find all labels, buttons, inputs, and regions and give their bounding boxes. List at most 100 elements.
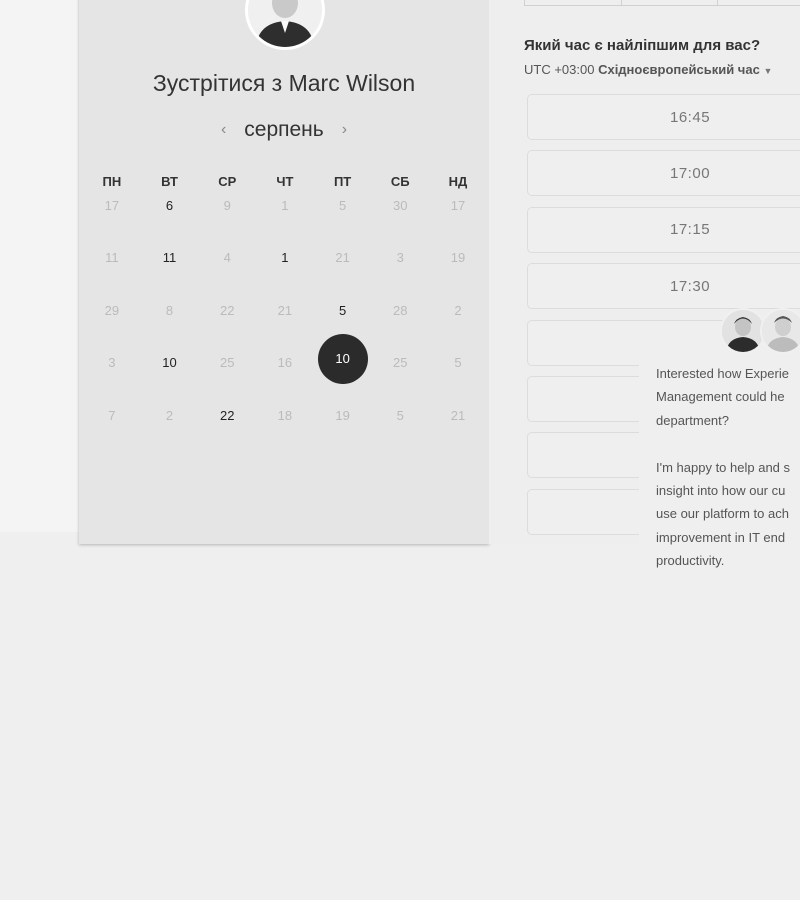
calendar-day-label: 19 (335, 407, 350, 423)
timezone-name: Східноєвропейський час (598, 62, 760, 77)
calendar-grid: 17 6 9 1 5 30 17 11 11 4 1 21 3 19 29 8 22 21 5 28 2 3 10 25 16 1… (83, 196, 487, 458)
tab-segment[interactable] (718, 0, 800, 5)
calendar-day[interactable]: 22 (198, 406, 256, 458)
time-slot-button[interactable]: 17:00 (527, 150, 800, 197)
calendar-day: 21 (429, 406, 487, 458)
chat-line: insight into how our cu (656, 483, 786, 499)
calendar-day-label: 28 (393, 302, 408, 318)
calendar-day-label: 21 (450, 407, 466, 423)
calendar-day-label: 18 (277, 407, 293, 423)
chat-avatars[interactable] (720, 308, 800, 356)
chevron-right-icon[interactable]: › (342, 121, 347, 139)
calendar-day[interactable]: 10 (141, 353, 199, 405)
timezone-selector[interactable]: UTC +03:00 Східноєвропейський час ▼ (524, 62, 772, 77)
tab-segment[interactable] (622, 0, 719, 5)
weekday-label: ВТ (161, 174, 178, 189)
calendar-day[interactable]: 6 (141, 196, 199, 248)
calendar-day-label: 11 (105, 250, 119, 266)
calendar-day-label: 4 (223, 250, 231, 266)
calendar-day: 9 (198, 196, 256, 248)
calendar-day: 5 (371, 406, 429, 458)
calendar-day-label: 6 (165, 198, 174, 213)
time-slot-label: 17:30 (670, 277, 711, 295)
calendar-day-label: 1 (281, 198, 289, 213)
calendar-day: 11 (83, 248, 141, 300)
calendar-day: 5 (314, 196, 372, 248)
weekday-label: ПН (102, 174, 122, 189)
chat-line: improvement in IT end (656, 529, 786, 545)
calendar-day-selected[interactable]: 10 (314, 334, 372, 405)
chevron-down-icon: ▼ (763, 66, 773, 76)
month-navigation: ‹ серпень › (79, 116, 489, 144)
calendar-day: 17 (429, 196, 487, 248)
chat-message[interactable]: Interested how Experie Management could h… (639, 362, 800, 572)
calendar-day: 19 (314, 406, 372, 458)
calendar-day: 19 (429, 248, 487, 300)
chat-agent-avatar (760, 308, 800, 354)
weekday-label: ЧТ (276, 174, 294, 189)
top-tab-strip (524, 0, 800, 6)
calendar-day-label: 30 (393, 198, 408, 213)
time-slot-label: 17:15 (670, 221, 711, 239)
calendar-day-label: 2 (165, 407, 174, 423)
weekday-label: СБ (390, 174, 410, 189)
calendar-day-label: 7 (108, 407, 116, 423)
calendar-day: 18 (256, 406, 314, 458)
time-slot-label: 17:00 (670, 164, 711, 182)
chat-line: use our platform to ach (656, 506, 789, 522)
calendar-day[interactable]: 1 (256, 248, 314, 300)
time-slot-label: 16:45 (670, 108, 711, 126)
calendar-day: 25 (371, 353, 429, 405)
chat-line: productivity. (656, 553, 725, 569)
calendar-day: 30 (371, 196, 429, 248)
chat-line: department? (656, 412, 729, 428)
month-label: серпень (244, 118, 324, 141)
calendar-day: 17 (83, 196, 141, 248)
calendar-day-label: 21 (277, 302, 293, 318)
calendar-day: 25 (198, 353, 256, 405)
weekday-header: ПН ВТ СР ЧТ ПТ СБ НД (83, 174, 487, 189)
chevron-left-icon[interactable]: ‹ (221, 121, 226, 139)
calendar-day-label: 5 (454, 355, 462, 371)
time-slot-button[interactable]: 16:45 (527, 94, 800, 140)
calendar-day-label: 5 (396, 407, 404, 423)
calendar-day-label: 29 (104, 302, 120, 318)
calendar-day: 21 (256, 301, 314, 353)
calendar-day: 3 (83, 353, 141, 405)
calendar-day-label: 9 (223, 198, 231, 213)
calendar-day-label: 25 (219, 355, 235, 371)
weekday-label: НД (448, 174, 468, 189)
calendar-day[interactable]: 11 (141, 248, 199, 300)
tab-segment[interactable] (525, 0, 622, 5)
time-question: Який час є найліпшим для вас? (524, 37, 761, 54)
calendar-day-label: 17 (104, 198, 120, 213)
calendar-day-label: 17 (450, 198, 466, 213)
calendar-day: 5 (429, 353, 487, 405)
calendar-day: 29 (83, 301, 141, 353)
calendar-day: 3 (371, 248, 429, 300)
calendar-day: 8 (141, 301, 199, 353)
weekday-label: ПТ (333, 174, 352, 189)
time-slot-button[interactable]: 17:15 (527, 206, 800, 253)
timezone-offset: UTC +03:00 (524, 62, 595, 77)
time-slot-button[interactable]: 17:30 (527, 263, 800, 310)
chat-line (656, 432, 800, 455)
calendar-day: 7 (83, 406, 141, 458)
calendar-day: 2 (141, 406, 199, 458)
calendar-day: 2 (429, 301, 487, 353)
chat-line: Management could he (656, 389, 785, 405)
calendar-day-label: 1 (281, 250, 289, 266)
calendar-day-label: 5 (338, 302, 347, 318)
calendar-day: 22 (198, 301, 256, 353)
chat-line: Interested how Experie (656, 366, 789, 381)
meeting-title: Зустрітися з Marc Wilson (152, 70, 416, 96)
chat-line: I'm happy to help and s (656, 459, 791, 475)
calendar-day-label: 11 (162, 250, 177, 266)
calendar-day-label: 22 (219, 302, 235, 318)
calendar-day-label: 25 (393, 355, 408, 371)
calendar-day-label: 16 (277, 355, 293, 371)
calendar-day-label: 10 (335, 351, 350, 367)
calendar-day-label: 8 (165, 302, 174, 318)
calendar-day: 4 (198, 248, 256, 300)
calendar-day: 16 (256, 353, 314, 405)
